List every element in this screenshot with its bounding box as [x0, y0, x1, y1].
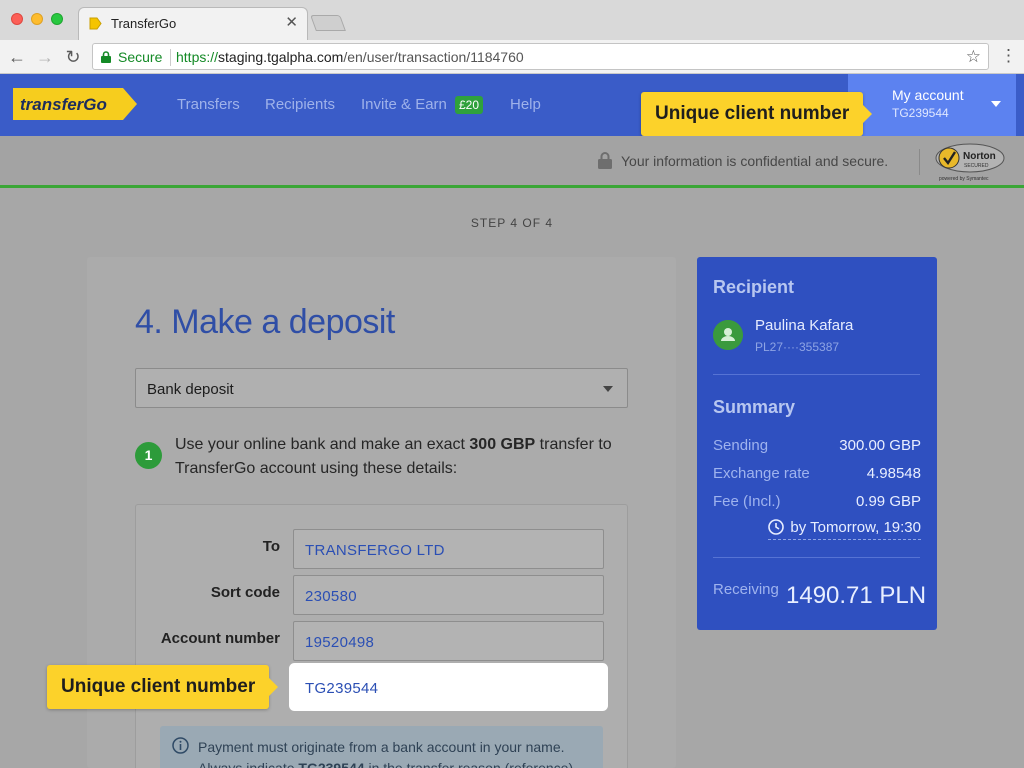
account-number-field[interactable]: 19520498	[293, 621, 604, 661]
url-scheme: https://	[176, 49, 219, 65]
padlock-icon	[598, 152, 612, 169]
fee-value: 0.99 GBP	[855, 493, 921, 510]
payment-info-box: Payment must originate from a bank accou…	[160, 726, 603, 768]
sending-label: Sending	[713, 437, 769, 454]
recipient-heading: Recipient	[713, 277, 795, 297]
deposit-method-value: Bank deposit	[147, 381, 234, 398]
receiving-value: 1490.71 PLN	[786, 582, 927, 609]
norton-powered-text: powered by Symantec	[939, 176, 989, 182]
fee-label: Fee (Incl.)	[713, 493, 781, 510]
deposit-method-select[interactable]: Bank deposit	[135, 368, 628, 408]
info-icon	[172, 737, 189, 754]
delivery-eta-text: by Tomorrow, 19:30	[790, 519, 921, 536]
nav-recipients[interactable]: Recipients	[265, 96, 335, 113]
recipient-avatar-icon	[713, 320, 743, 350]
instruction-pre: Use your online bank and make an exact	[175, 436, 470, 453]
recipient-name: Paulina Kafara	[755, 317, 854, 334]
account-client-number: TG239544	[892, 106, 949, 120]
delivery-eta[interactable]: by Tomorrow, 19:30	[768, 519, 921, 540]
nav-help[interactable]: Help	[510, 96, 541, 113]
url-path: /en/user/transaction/1184760	[343, 49, 524, 65]
security-separator	[919, 149, 920, 175]
summary-heading: Summary	[713, 397, 796, 417]
forward-icon[interactable]: →	[34, 46, 56, 68]
nav-invite-earn[interactable]: Invite & Earn	[361, 96, 447, 113]
payment-info-text: Payment must originate from a bank accou…	[198, 737, 598, 768]
secure-label: Secure	[118, 49, 163, 65]
url-host: staging.tgalpha.com	[218, 49, 344, 65]
site-header: transferGo Transfers Recipients Invite &…	[0, 74, 1024, 136]
to-value: TRANSFERGO LTD	[305, 542, 445, 559]
to-field[interactable]: TRANSFERGO LTD	[293, 529, 604, 569]
secure-lock-icon	[101, 51, 111, 63]
address-separator	[170, 49, 171, 66]
norton-brand-text: Norton	[963, 151, 996, 162]
info-reference: TG239544	[298, 760, 365, 768]
sending-value: 300.00 GBP	[839, 437, 921, 454]
chevron-down-icon	[991, 101, 1001, 107]
reference-value: TG239544	[305, 680, 379, 697]
bank-details-panel: To TRANSFERGO LTD Sort code 230580 Accou…	[135, 504, 628, 768]
invite-bonus-badge: £20	[455, 96, 484, 114]
sort-code-field[interactable]: 230580	[293, 575, 604, 615]
chevron-down-icon	[603, 386, 613, 392]
address-bar[interactable]: Secure https://staging.tgalpha.com/en/us…	[92, 43, 989, 70]
receiving-label: Receiving	[713, 581, 779, 598]
svg-text:transferGo: transferGo	[20, 95, 107, 114]
nav-transfers[interactable]: Transfers	[177, 96, 240, 113]
bookmark-star-icon[interactable]: ☆	[966, 47, 981, 67]
deposit-instruction: Use your online bank and make an exact 3…	[175, 433, 635, 481]
account-number-value: 19520498	[305, 634, 375, 651]
account-number-label: Account number	[160, 630, 280, 647]
browser-tab[interactable]: TransferGo ✕	[78, 7, 308, 40]
client-number-callout-header: Unique client number	[641, 92, 873, 136]
step-indicator: STEP 4 OF 4	[470, 216, 554, 230]
reload-icon[interactable]: ↻	[62, 46, 84, 68]
to-label: To	[262, 538, 280, 555]
client-number-callout-field: Unique client number	[47, 665, 279, 709]
instruction-amount: 300 GBP	[469, 436, 536, 453]
sort-code-label: Sort code	[210, 584, 280, 601]
norton-secured-text: SECURED	[964, 163, 989, 169]
account-menu[interactable]: My account TG239544	[848, 74, 1016, 136]
browser-menu-icon[interactable]: ⋮	[1000, 46, 1017, 66]
browser-tab-bar: TransferGo ✕	[0, 0, 1024, 40]
transfergo-favicon-icon	[89, 17, 102, 30]
exchange-rate-label: Exchange rate	[713, 465, 810, 482]
exchange-rate-value: 4.98548	[866, 465, 921, 482]
maximize-window-button[interactable]	[51, 13, 63, 25]
back-icon[interactable]: ←	[6, 46, 28, 68]
security-message: Your information is confidential and sec…	[621, 153, 889, 169]
close-window-button[interactable]	[11, 13, 23, 25]
url-text: https://staging.tgalpha.com/en/user/tran…	[176, 49, 524, 65]
sidebar-separator	[713, 374, 920, 375]
account-label: My account	[892, 87, 964, 103]
sidebar-separator	[713, 557, 920, 558]
sort-code-value: 230580	[305, 588, 357, 605]
norton-secured-seal: Norton SECURED powered by Symantec	[935, 143, 1005, 182]
recipient-account: PL27····355387	[755, 340, 840, 354]
page-title: 4. Make a deposit	[135, 303, 395, 341]
browser-toolbar: ← → ↻ Secure https://staging.tgalpha.com…	[0, 40, 1024, 74]
new-tab-button[interactable]	[310, 15, 346, 31]
info-post: in the transfer reason (reference).	[364, 760, 577, 768]
reference-field[interactable]: TG239544	[293, 667, 604, 707]
clock-icon	[768, 519, 785, 535]
security-strip: Your information is confidential and sec…	[0, 136, 1024, 188]
tab-title: TransferGo	[111, 16, 177, 31]
transfergo-logo[interactable]: transferGo	[13, 88, 137, 120]
tab-close-icon[interactable]: ✕	[285, 13, 298, 31]
transfer-summary-sidebar: Recipient Paulina Kafara PL27····355387 …	[697, 257, 937, 630]
step-number-badge: 1	[135, 442, 162, 469]
minimize-window-button[interactable]	[31, 13, 43, 25]
